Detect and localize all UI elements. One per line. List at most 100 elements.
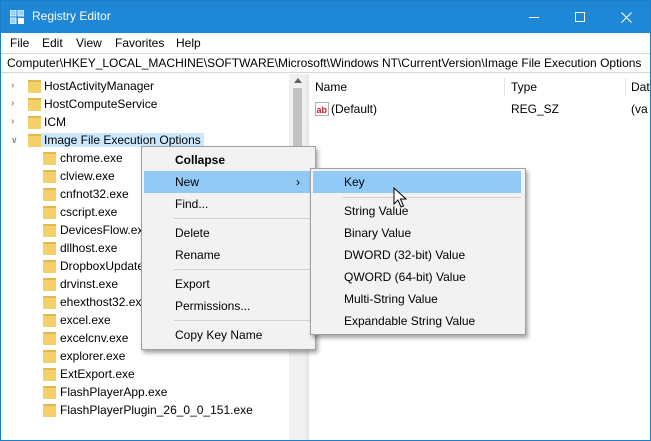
column-header-data[interactable]: Dat: [631, 80, 650, 94]
value-data: (va: [631, 102, 648, 116]
value-row[interactable]: ab (Default) REG_SZ (va: [309, 101, 650, 119]
chevron-right-icon[interactable]: ›: [11, 80, 21, 92]
tree-node-hostactivitymanager[interactable]: › HostActivityManager: [11, 77, 281, 95]
tree-child-node[interactable]: ExtExport.exe: [43, 365, 283, 383]
folder-icon: [43, 368, 56, 381]
tree-node-label: FlashPlayerApp.exe: [60, 385, 168, 399]
folder-icon: [43, 224, 56, 237]
folder-icon: [28, 134, 41, 147]
mouse-pointer-icon: [393, 187, 407, 208]
new-submenu: Key String Value Binary Value DWORD (32-…: [310, 168, 526, 335]
scroll-up-icon[interactable]: [294, 78, 302, 83]
minimize-button[interactable]: [511, 1, 557, 33]
folder-icon: [43, 242, 56, 255]
submenu-item-binary-value[interactable]: Binary Value: [344, 222, 411, 244]
tree-node-label: HostComputeService: [44, 97, 158, 111]
tree-node-label: HostActivityManager: [44, 79, 155, 93]
maximize-icon: [575, 12, 585, 22]
menu-item-delete[interactable]: Delete: [175, 222, 210, 244]
close-button[interactable]: [603, 1, 649, 33]
tree-node-label: cscript.exe: [60, 205, 118, 219]
title-bar: Registry Editor: [1, 1, 650, 33]
submenu-item-expandable-string-value[interactable]: Expandable String Value: [344, 310, 475, 332]
chevron-right-icon[interactable]: ›: [11, 116, 21, 128]
folder-icon: [43, 314, 56, 327]
menu-favorites[interactable]: Favorites: [115, 36, 164, 50]
folder-icon: [43, 278, 56, 291]
folder-icon: [43, 206, 56, 219]
menu-item-collapse[interactable]: Collapse: [175, 149, 225, 171]
menu-item-find[interactable]: Find...: [175, 193, 208, 215]
tree-node-label: clview.exe: [60, 169, 115, 183]
folder-icon: [43, 332, 56, 345]
tree-node-label: excelcnv.exe: [60, 331, 129, 345]
chevron-right-icon[interactable]: ›: [11, 98, 21, 110]
menu-item-permissions[interactable]: Permissions...: [175, 295, 250, 317]
menu-item-copy-key-name[interactable]: Copy Key Name: [175, 324, 262, 346]
submenu-item-dword-value[interactable]: DWORD (32-bit) Value: [344, 244, 465, 266]
menu-file[interactable]: File: [10, 36, 29, 50]
tree-node-label: DropboxUpdate: [60, 259, 145, 273]
tree-node-label: drvinst.exe: [60, 277, 119, 291]
value-type: REG_SZ: [511, 102, 560, 116]
tree-node-label: excel.exe: [60, 313, 111, 327]
address-bar[interactable]: Computer\HKEY_LOCAL_MACHINE\SOFTWARE\Mic…: [1, 53, 650, 73]
folder-icon: [43, 296, 56, 309]
column-header-type[interactable]: Type: [511, 80, 537, 94]
tree-child-node[interactable]: FlashPlayerPlugin_26_0_0_151.exe: [43, 401, 283, 419]
tree-node-icm[interactable]: › ICM: [11, 113, 281, 131]
folder-icon: [43, 260, 56, 273]
menu-item-label: New: [175, 175, 200, 189]
menu-edit[interactable]: Edit: [42, 36, 63, 50]
tree-node-label: FlashPlayerPlugin_26_0_0_151.exe: [60, 403, 253, 417]
chevron-down-icon[interactable]: ∨: [11, 134, 21, 146]
tree-child-node[interactable]: FlashPlayerApp.exe: [43, 383, 283, 401]
folder-icon: [43, 404, 56, 417]
svg-text:ab: ab: [317, 105, 328, 115]
ab-string-icon: ab: [315, 102, 329, 116]
menu-item-rename[interactable]: Rename: [175, 244, 220, 266]
folder-icon: [43, 170, 56, 183]
menu-item-new[interactable]: New ›: [144, 171, 313, 193]
tree-node-label: cnfnot32.exe: [60, 187, 129, 201]
menu-separator: [343, 197, 521, 198]
value-name: (Default): [331, 102, 378, 116]
menu-separator: [174, 320, 312, 321]
address-path[interactable]: Computer\HKEY_LOCAL_MACHINE\SOFTWARE\Mic…: [7, 56, 641, 70]
context-menu: Collapse New › Find... Delete Rename Exp…: [141, 146, 316, 350]
column-header-name[interactable]: Name: [315, 80, 347, 94]
registry-editor-icon: [10, 10, 24, 24]
menu-separator: [174, 269, 312, 270]
tree-node-label: ExtExport.exe: [60, 367, 135, 381]
folder-icon: [28, 116, 41, 129]
submenu-item-multi-string-value[interactable]: Multi-String Value: [344, 288, 438, 310]
registry-editor-window: Registry Editor File Edit View Favorites…: [0, 0, 651, 441]
menu-view[interactable]: View: [76, 36, 102, 50]
window-title: Registry Editor: [32, 9, 111, 23]
tree-node-label: ehexthost32.exe: [60, 295, 149, 309]
folder-icon: [43, 188, 56, 201]
tree-node-label: ICM: [44, 115, 66, 129]
maximize-button[interactable]: [557, 1, 603, 33]
tree-node-label: Image File Execution Options: [41, 133, 204, 147]
tree-node-label: explorer.exe: [60, 349, 126, 363]
folder-icon: [43, 350, 56, 363]
menu-bar: File Edit View Favorites Help: [1, 33, 650, 53]
folder-icon: [43, 152, 56, 165]
tree-node-label: dllhost.exe: [60, 241, 118, 255]
submenu-arrow-icon: ›: [296, 175, 300, 189]
submenu-item-key[interactable]: Key: [313, 171, 521, 193]
folder-icon: [28, 98, 41, 111]
close-icon: [620, 11, 632, 23]
menu-item-export[interactable]: Export: [175, 273, 210, 295]
column-divider[interactable]: [504, 78, 505, 96]
menu-separator: [174, 218, 312, 219]
tree-node-hostcomputeservice[interactable]: › HostComputeService: [11, 95, 281, 113]
submenu-item-qword-value[interactable]: QWORD (64-bit) Value: [344, 266, 466, 288]
menu-help[interactable]: Help: [176, 36, 201, 50]
minimize-icon: [529, 16, 539, 18]
folder-icon: [43, 386, 56, 399]
folder-icon: [28, 80, 41, 93]
column-divider[interactable]: [625, 78, 626, 96]
tree-node-label: DevicesFlow.exe: [60, 223, 151, 237]
